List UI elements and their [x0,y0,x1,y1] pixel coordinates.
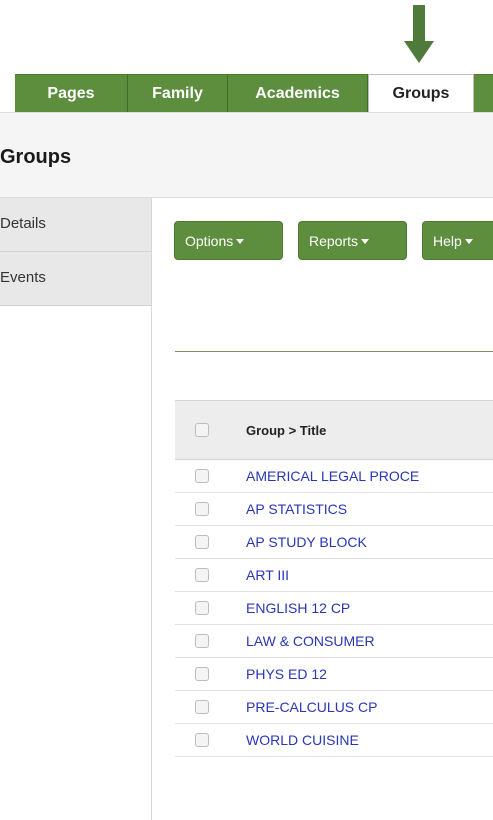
group-link[interactable]: ART III [246,567,289,583]
group-link[interactable]: AP STUDY BLOCK [246,534,367,550]
down-arrow-icon [404,5,434,63]
group-link[interactable]: PHYS ED 12 [246,666,327,682]
help-button[interactable]: Help [422,221,493,260]
group-link[interactable]: WORLD CUISINE [246,732,359,748]
tab-pages[interactable]: Pages [15,74,128,112]
select-all-checkbox[interactable] [195,423,209,437]
tab-academics[interactable]: Academics [228,74,368,112]
tab-groups[interactable]: Groups [368,74,474,112]
reports-button-label: Reports [309,232,359,249]
group-link[interactable]: AMERICAL LEGAL PROCE [246,468,419,484]
sidebar: Details Events [0,198,152,820]
table-row: AP STUDY BLOCK [175,526,493,559]
main-tab-bar: Pages Family Academics Groups [15,74,493,112]
page-header: Groups [0,112,493,198]
caret-down-icon [464,239,473,244]
row-checkbox[interactable] [195,667,209,681]
tab-family[interactable]: Family [128,74,228,112]
table-header-row: Group > Title [175,400,493,460]
row-checkbox[interactable] [195,601,209,615]
column-header-group-title[interactable]: Group > Title [246,423,326,438]
row-checkbox[interactable] [195,535,209,549]
caret-down-icon [236,239,245,244]
reports-button[interactable]: Reports [298,221,407,260]
table-row: ENGLISH 12 CP [175,592,493,625]
row-checkbox[interactable] [195,502,209,516]
table-row: LAW & CONSUMER [175,625,493,658]
sidebar-item-details[interactable]: Details [0,198,151,252]
row-checkbox[interactable] [195,733,209,747]
help-button-label: Help [433,232,462,249]
groups-table: Group > Title AMERICAL LEGAL PROCE AP ST… [175,400,493,757]
caret-down-icon [361,239,370,244]
options-button-label: Options [185,232,234,249]
table-row: AP STATISTICS [175,493,493,526]
table-row: AMERICAL LEGAL PROCE [175,460,493,493]
table-row: PHYS ED 12 [175,658,493,691]
options-button[interactable]: Options [174,221,283,260]
group-link[interactable]: ENGLISH 12 CP [246,600,350,616]
group-link[interactable]: AP STATISTICS [246,501,347,517]
tab-overflow[interactable] [474,74,493,112]
section-divider [175,351,493,352]
row-checkbox[interactable] [195,568,209,582]
sidebar-item-events[interactable]: Events [0,252,151,306]
group-link[interactable]: LAW & CONSUMER [246,633,375,649]
table-row: ART III [175,559,493,592]
row-checkbox[interactable] [195,634,209,648]
page-title: Groups [0,146,72,168]
row-checkbox[interactable] [195,469,209,483]
table-row: WORLD CUISINE [175,724,493,757]
table-row: PRE-CALCULUS CP [175,691,493,724]
group-link[interactable]: PRE-CALCULUS CP [246,699,377,715]
row-checkbox[interactable] [195,700,209,714]
